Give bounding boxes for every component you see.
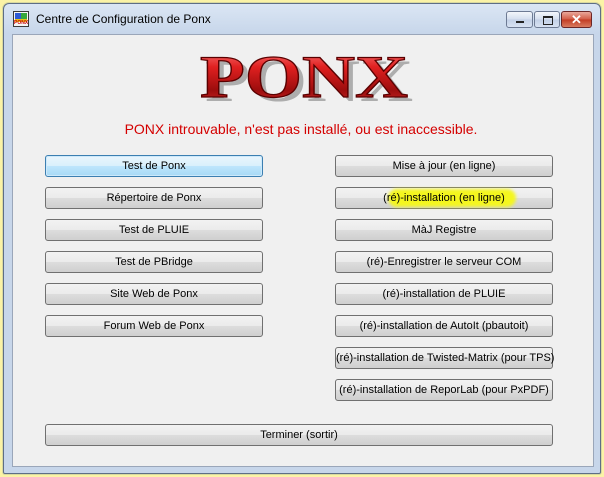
- close-button[interactable]: ✕: [561, 11, 592, 28]
- test-pluie-button[interactable]: Test de PLUIE: [45, 219, 263, 241]
- maximize-icon: [543, 16, 553, 25]
- logo-text: PONX: [200, 44, 408, 110]
- online-reinstall-button[interactable]: (ré)-installation (en ligne): [335, 187, 553, 209]
- registry-update-button[interactable]: MàJ Registre: [335, 219, 553, 241]
- reinstall-pluie-button[interactable]: (ré)-installation de PLUIE: [335, 283, 553, 305]
- app-window: PONX Centre de Configuration de Ponx ✕ P…: [3, 3, 601, 474]
- app-icon-label: PONX: [14, 20, 29, 26]
- ponx-directory-button[interactable]: Répertoire de Ponx: [45, 187, 263, 209]
- online-update-button[interactable]: Mise à jour (en ligne): [335, 155, 553, 177]
- quit-button[interactable]: Terminer (sortir): [45, 424, 553, 446]
- ponx-forum-button[interactable]: Forum Web de Ponx: [45, 315, 263, 337]
- reinstall-twisted-button[interactable]: (ré)-installation de Twisted-Matrix (pou…: [335, 347, 554, 369]
- title-bar[interactable]: PONX Centre de Configuration de Ponx ✕: [4, 4, 600, 34]
- close-icon: ✕: [571, 12, 582, 27]
- ponx-app-icon[interactable]: PONX: [13, 11, 29, 27]
- minimize-icon: [516, 21, 524, 23]
- reinstall-autoit-button[interactable]: (ré)-installation de AutoIt (pbautoit): [335, 315, 553, 337]
- maximize-button[interactable]: [534, 11, 560, 28]
- online-reinstall-label: (ré)-installation (en ligne): [383, 192, 505, 204]
- ponx-website-button[interactable]: Site Web de Ponx: [45, 283, 263, 305]
- ponx-logo: PONX PONX: [191, 43, 419, 113]
- window-title: Centre de Configuration de Ponx: [36, 12, 211, 26]
- status-message: PONX introuvable, n'est pas installé, ou…: [124, 121, 478, 137]
- reinstall-reportlab-button[interactable]: (ré)-installation de ReporLab (pour PxPD…: [335, 379, 553, 401]
- register-com-server-button[interactable]: (ré)-Enregistrer le serveur COM: [335, 251, 553, 273]
- test-ponx-button[interactable]: Test de Ponx: [45, 155, 263, 177]
- ponx-logo-graphic: PONX PONX: [199, 43, 413, 113]
- client-area: PONX PONX PONX introuvable, n'est pas in…: [12, 34, 594, 467]
- test-pbridge-button[interactable]: Test de PBridge: [45, 251, 263, 273]
- minimize-button[interactable]: [506, 11, 533, 28]
